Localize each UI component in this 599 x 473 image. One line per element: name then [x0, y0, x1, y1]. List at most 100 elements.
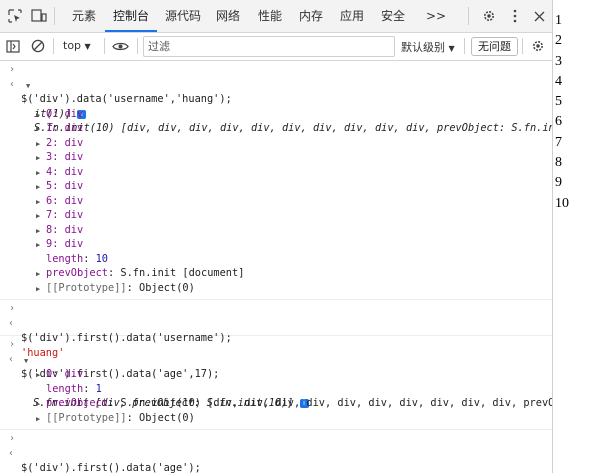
sidebar-toggle-icon[interactable] [3, 36, 23, 56]
tab-performance[interactable]: 性能 [258, 0, 282, 32]
tree-node[interactable]: ▶ [[Prototype]]: Object(0) [0, 411, 552, 426]
console-input-line: › $('div').first().data('username'); [0, 302, 552, 344]
collapsed-triangle-icon: ▶ [36, 284, 41, 293]
collapsed-triangle-icon: ▶ [36, 400, 41, 408]
page-number: 3 [555, 53, 562, 69]
context-selector[interactable]: top ▼ [63, 39, 91, 52]
property-key: prevObject [46, 397, 108, 409]
collapsed-triangle-icon: ▶ [36, 183, 41, 191]
console-entry: › $('div').first().data('age'); ‹ 17 [0, 430, 552, 473]
property-key: length [46, 252, 84, 265]
tree-node-label: 6: div [46, 194, 84, 207]
page-number: 1 [555, 13, 562, 28]
tree-node[interactable]: ▶ 7: div [0, 208, 552, 223]
log-levels-dropdown[interactable]: 默认级别 ▼ [401, 39, 455, 55]
result-arrow-icon: ‹ [8, 317, 15, 329]
page-number: 5 [555, 94, 562, 110]
expanded-triangle-icon[interactable]: ▼ [24, 354, 28, 369]
page-number: 4 [555, 73, 562, 89]
tree-node[interactable]: ▶ prevObject: S.fn.init [document] [0, 266, 552, 281]
divider [522, 38, 523, 54]
tab-elements[interactable]: 元素 [72, 0, 96, 32]
property-value: Object(0) [139, 411, 195, 424]
devtools-tab-bar: 元素 控制台 源代码 网络 性能 内存 应用 安全 >> [0, 0, 552, 33]
collapsed-triangle-icon: ▶ [36, 154, 41, 162]
inspect-icon[interactable] [5, 6, 25, 26]
divider [104, 38, 105, 54]
tab-application[interactable]: 应用 [340, 0, 364, 32]
kebab-menu-icon[interactable] [505, 6, 525, 26]
tab-memory[interactable]: 内存 [299, 0, 323, 32]
console-toolbar: top ▼ 默认级别 ▼ 无问题 [0, 33, 552, 61]
page-number: 6 [555, 114, 562, 130]
property-wrap: [[Prototype]]: Object(0) [46, 281, 195, 294]
console-result-line: ‹ 'huang' [0, 317, 552, 359]
tree-node[interactable]: ▶ 5: div [0, 179, 552, 194]
collapsed-triangle-icon: ▶ [36, 212, 41, 220]
property-value: S.fn.init(10) [div, div, div, div, div, … [120, 397, 553, 409]
filter-input[interactable] [144, 37, 392, 56]
tree-node[interactable]: ▶ 0: div [0, 367, 552, 382]
input-prompt-icon: › [9, 433, 16, 444]
console-result-line: it(1)] i [0, 92, 552, 120]
property-value: 10 [95, 252, 109, 265]
expanded-triangle-icon[interactable]: ▼ [26, 79, 30, 94]
tab-security[interactable]: 安全 [381, 0, 405, 32]
context-label: top [63, 39, 82, 52]
collapsed-triangle-icon: ▶ [36, 125, 41, 133]
log-levels-label: 默认级别 [401, 41, 445, 54]
tree-node-label: 7: div [46, 209, 84, 221]
property-value: 1 [95, 382, 102, 395]
tab-sources[interactable]: 源代码 [165, 0, 201, 32]
tree-node[interactable]: ▶ 8: div [0, 223, 552, 238]
property-wrap: prevObject: S.fn.init [document] [46, 267, 245, 279]
collapsed-triangle-icon: ▶ [36, 226, 41, 235]
tree-node[interactable]: ▶ [[Prototype]]: Object(0) [0, 281, 552, 296]
tree-node[interactable]: ▶ 6: div [0, 194, 552, 209]
property-wrap: [[Prototype]]: Object(0) [46, 411, 195, 424]
eye-icon[interactable] [110, 36, 130, 56]
tab-console[interactable]: 控制台 [104, 0, 158, 32]
tree-node[interactable]: ▶ 3: div [0, 150, 552, 165]
device-toggle-icon[interactable] [29, 6, 49, 26]
clear-console-icon[interactable] [28, 36, 48, 56]
tree-node[interactable]: ▶ 4: div [0, 165, 552, 180]
collapsed-triangle-icon: ▶ [36, 168, 41, 177]
result-arrow-icon: ‹ [9, 78, 16, 90]
tree-node[interactable]: ▶ 9: div [0, 237, 552, 252]
console-result-line[interactable]: ‹ ▼ S.fn.init(10) [div, div, div, div, d… [0, 78, 552, 135]
tree-node-label: 2: div [46, 136, 84, 149]
collapsed-triangle-icon: ▶ [36, 197, 41, 206]
divider [54, 7, 55, 25]
tree-node[interactable]: ▶ 1: div [0, 121, 552, 136]
filter-box [143, 36, 395, 57]
page-number: 10 [555, 195, 569, 211]
tree-node-label: 4: div [46, 165, 84, 178]
dropdown-arrow-icon: ▼ [84, 42, 91, 51]
console-settings-gear-icon[interactable] [528, 36, 548, 56]
tree-node-label: 1: div [46, 122, 84, 134]
collapsed-triangle-icon: ▶ [36, 110, 41, 119]
property-wrap: length: 1 [46, 382, 102, 395]
tree-node-label: 5: div [46, 180, 84, 192]
console-entry: › $('div').data('username','huang'); ‹ ▼… [0, 61, 552, 300]
tree-children: ▶ 0: div ▶ 1: div ▶ 2: div ▶ 3: div ▶ 4: div … [0, 107, 552, 296]
divider [137, 38, 138, 54]
property-key: [[Prototype]] [46, 411, 127, 424]
input-prompt-icon: › [9, 64, 16, 75]
tree-node-label: 0: div [46, 107, 84, 120]
close-icon[interactable] [529, 6, 549, 26]
more-tabs-chevron-icon[interactable]: >> [426, 0, 446, 32]
collapsed-triangle-icon: ▶ [36, 270, 41, 278]
issues-button[interactable]: 无问题 [471, 37, 518, 56]
console-input-line: › $('div').data('username','huang'); [0, 63, 552, 105]
tab-network[interactable]: 网络 [216, 0, 240, 32]
divider [468, 7, 469, 25]
tree-node[interactable]: ▶ 2: div [0, 136, 552, 151]
tree-node[interactable]: ▶ prevObject: S.fn.init(10) [div, div, di… [0, 396, 552, 411]
tree-node-label: 0: div [46, 368, 84, 380]
settings-gear-icon[interactable] [479, 6, 499, 26]
property-key: length [46, 382, 84, 395]
console-result-line[interactable]: ‹ ▼ S.fn.init [div, prevObject: S.fn.ini… [0, 353, 552, 409]
tree-node[interactable]: ▶ 0: div [0, 107, 552, 122]
